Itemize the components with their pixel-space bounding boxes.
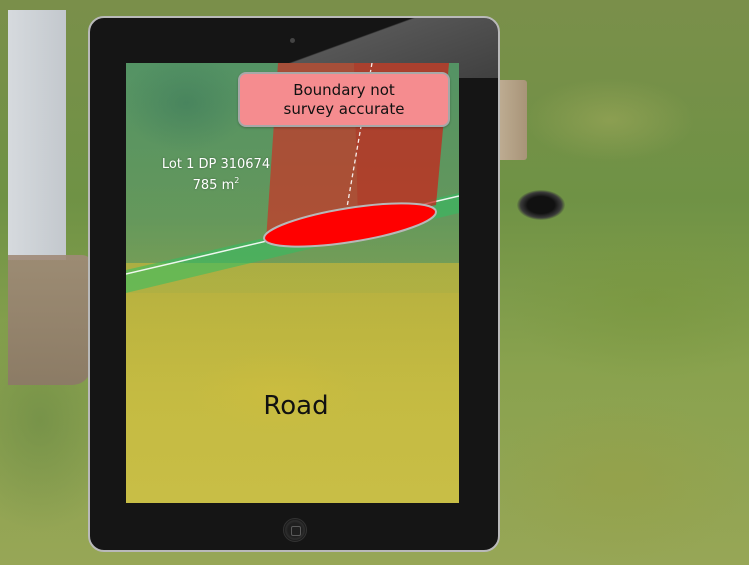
ar-overlay bbox=[126, 63, 459, 293]
parcel-name: Lot 1 DP 310674 bbox=[161, 157, 271, 172]
parcel-label[interactable]: Lot 1 DP 310674 785 m2 bbox=[146, 157, 286, 194]
boundary-warning-badge[interactable]: Boundary not survey accurate bbox=[238, 72, 450, 127]
house-wall bbox=[8, 10, 66, 260]
parcel-area-unit: 2 bbox=[234, 176, 240, 185]
wooden-post bbox=[497, 80, 527, 160]
road-label: Road bbox=[263, 391, 329, 421]
camera-icon bbox=[290, 38, 295, 43]
boundary-warning-line2: survey accurate bbox=[283, 99, 405, 118]
ar-screen[interactable]: Boundary not survey accurate Lot 1 DP 31… bbox=[126, 63, 459, 503]
ar-boundary-scene: Boundary not survey accurate Lot 1 DP 31… bbox=[0, 0, 749, 565]
boundary-warning-line1: Boundary not bbox=[293, 80, 395, 99]
drain-pipe bbox=[517, 190, 565, 220]
home-button-icon[interactable] bbox=[283, 518, 307, 542]
parcel-area-value: 785 m bbox=[192, 178, 235, 193]
paving-stones bbox=[8, 255, 92, 385]
parcel-area: 785 m2 bbox=[146, 173, 286, 194]
